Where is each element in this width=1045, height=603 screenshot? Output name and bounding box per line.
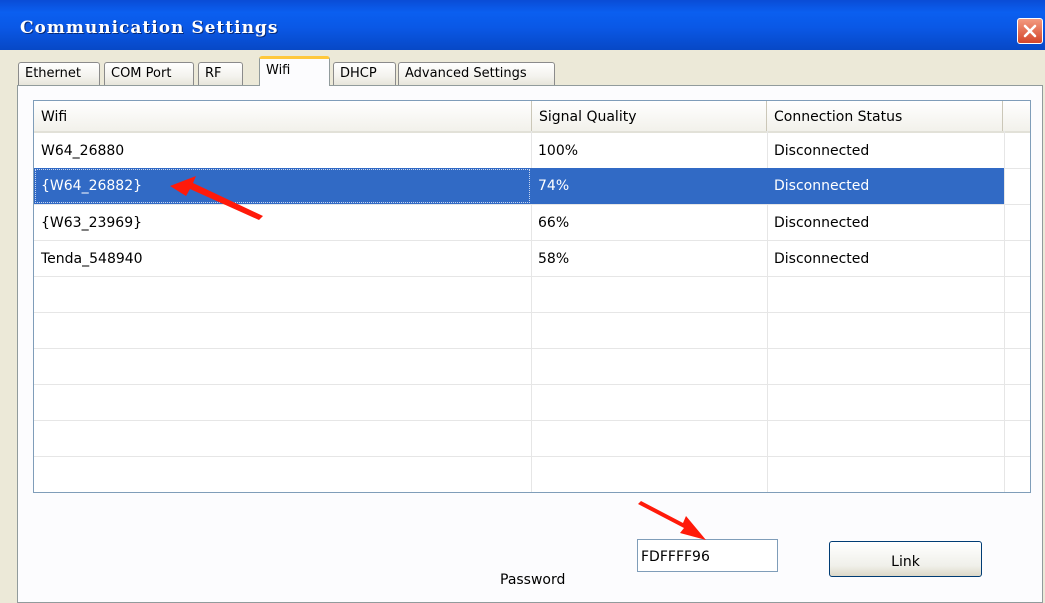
cell-signal-quality: 74% — [538, 178, 570, 194]
cell-signal-quality: 58% — [538, 251, 570, 267]
password-label: Password — [500, 572, 566, 588]
cell-signal-quality: 66% — [538, 215, 570, 231]
cell-wifi-name: {W63_23969} — [41, 215, 143, 231]
close-button[interactable] — [1017, 18, 1043, 44]
wifi-list[interactable]: Wifi Signal Quality Connection Status W6… — [33, 100, 1031, 493]
close-icon — [1023, 24, 1037, 38]
password-input[interactable] — [637, 539, 778, 572]
cell-wifi-name: Tenda_548940 — [41, 251, 143, 267]
column-header-connection-status[interactable]: Connection Status — [767, 101, 1003, 131]
cell-connection-status: Disconnected — [774, 251, 870, 267]
link-button[interactable]: Link — [829, 541, 982, 577]
cell-signal-quality: 100% — [538, 143, 579, 159]
cell-connection-status: Disconnected — [774, 143, 870, 159]
title-bar[interactable]: Communication Settings — [0, 0, 1045, 50]
tab-wifi[interactable]: Wifi — [259, 56, 330, 86]
table-row[interactable]: W64_26880 100% Disconnected — [34, 133, 1004, 169]
column-header-wifi[interactable]: Wifi — [34, 101, 532, 131]
tab-ethernet[interactable]: Ethernet — [18, 62, 100, 85]
table-row[interactable]: Tenda_548940 58% Disconnected — [34, 241, 1004, 277]
table-row[interactable]: {W63_23969} 66% Disconnected — [34, 205, 1004, 241]
window-title: Communication Settings — [20, 18, 279, 38]
tab-dhcp[interactable]: DHCP — [333, 62, 396, 85]
cell-wifi-name: W64_26880 — [41, 143, 125, 159]
cell-connection-status: Disconnected — [774, 215, 870, 231]
column-header-signal-quality[interactable]: Signal Quality — [532, 101, 767, 131]
tab-rf[interactable]: RF — [198, 62, 243, 85]
tab-advanced-settings[interactable]: Advanced Settings — [398, 62, 555, 85]
cell-wifi-name: {W64_26882} — [34, 168, 531, 204]
cell-connection-status: Disconnected — [774, 178, 870, 194]
list-header: Wifi Signal Quality Connection Status — [34, 101, 1030, 133]
tab-com-port[interactable]: COM Port — [104, 62, 194, 85]
table-row-selected[interactable]: {W64_26882} 74% Disconnected — [34, 168, 1004, 204]
